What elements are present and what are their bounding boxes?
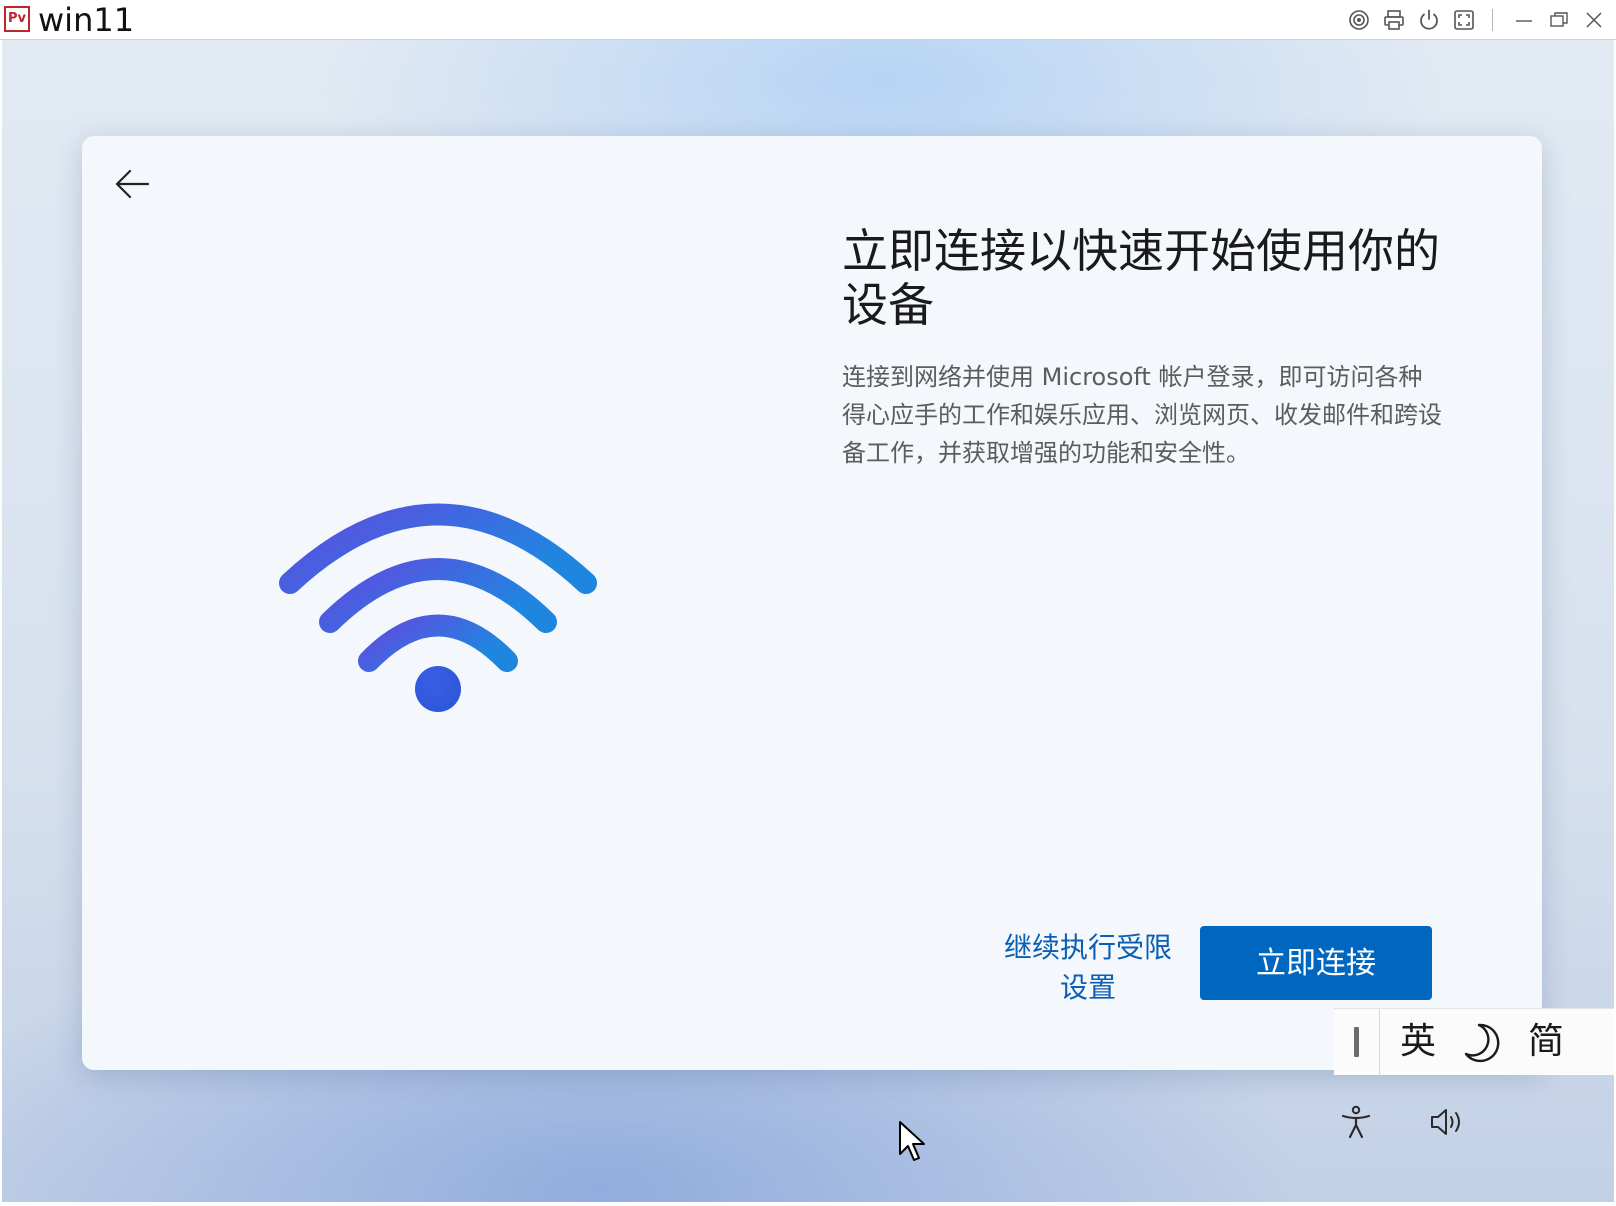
volume-icon[interactable]: [1428, 1102, 1468, 1142]
mouse-cursor-icon: [899, 1121, 925, 1161]
limited-setup-label-line2: 设置: [1059, 971, 1116, 1004]
vm-screen: 立即连接以快速开始使用你的设备 连接到网络并使用 Microsoft 帐户登录，…: [2, 40, 1614, 1202]
ime-drag-handle[interactable]: [1354, 1027, 1359, 1057]
ime-mode-toggle[interactable]: 英: [1392, 1009, 1444, 1075]
ime-script-toggle[interactable]: 简: [1520, 1009, 1572, 1075]
connect-now-button[interactable]: 立即连接: [1200, 926, 1432, 1000]
printer-icon[interactable]: [1380, 6, 1408, 34]
power-icon[interactable]: [1415, 6, 1443, 34]
minimize-icon[interactable]: [1510, 6, 1538, 34]
window-title: win11: [38, 1, 135, 39]
ime-toolbar: 英 简: [1334, 1008, 1614, 1075]
window-toolbar: [1338, 6, 1608, 34]
wifi-icon: [279, 503, 597, 712]
limited-setup-link[interactable]: 继续执行受限 设置: [988, 928, 1188, 1008]
back-button[interactable]: [110, 162, 154, 206]
limited-setup-label-line1: 继续执行受限: [1003, 931, 1172, 964]
ime-halfwidth-toggle[interactable]: [1458, 1017, 1508, 1067]
vm-window-titlebar: Pv win11: [0, 0, 1616, 40]
fullscreen-icon[interactable]: [1450, 6, 1478, 34]
page-description: 连接到网络并使用 Microsoft 帐户登录，即可访问各种得心应手的工作和娱乐…: [842, 363, 1442, 467]
arrow-left-icon: [115, 169, 150, 199]
ime-divider: [1379, 1009, 1380, 1075]
toolbar-separator: [1492, 9, 1493, 31]
accessibility-icon[interactable]: [1336, 1102, 1376, 1142]
app-logo-icon: Pv: [4, 6, 30, 32]
page-title: 立即连接以快速开始使用你的设备: [842, 224, 1440, 332]
restore-icon[interactable]: [1545, 6, 1573, 34]
target-icon[interactable]: [1345, 6, 1373, 34]
oobe-card: 立即连接以快速开始使用你的设备 连接到网络并使用 Microsoft 帐户登录，…: [82, 136, 1542, 1070]
moon-icon: [1464, 1023, 1500, 1063]
close-icon[interactable]: [1580, 6, 1608, 34]
